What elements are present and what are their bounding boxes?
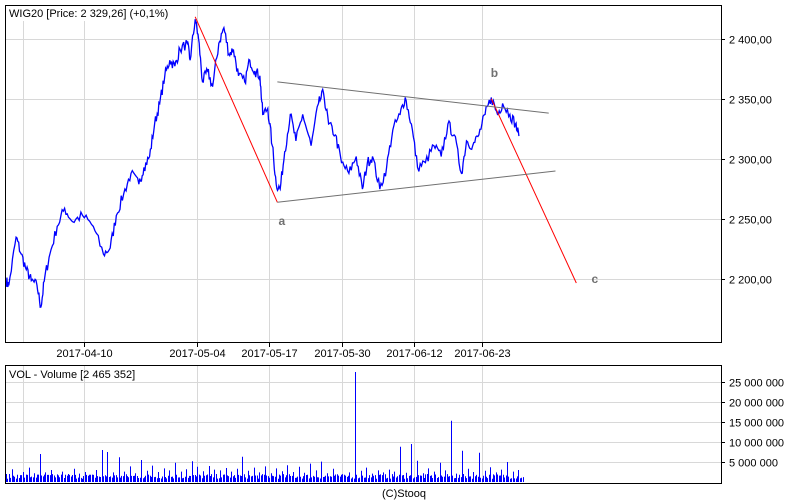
y-tick-label: 15 000 000	[729, 418, 784, 430]
volume-grid	[6, 366, 721, 483]
wave-label-a: a	[278, 214, 285, 228]
y-tick-label: 5 000 000	[729, 458, 778, 470]
y-tick-label: 25 000 000	[729, 378, 784, 390]
wave-label-c: c	[592, 272, 599, 286]
stock-chart: a b c WIG20 [Price: 2 329,26] (+0,1%) 2 20…	[5, 5, 784, 500]
y-tick-label: 2 400,00	[729, 35, 772, 47]
volume-title: VOL - Volume [2 465 352]	[9, 369, 135, 381]
triangle-line	[277, 81, 549, 114]
date-x-axis: 2017-04-10 2017-05-04 2017-05-17 2017-05-30…	[56, 343, 511, 360]
price-line	[5, 19, 520, 308]
wave-label-b: b	[491, 66, 498, 80]
y-tick-label: 2 350,00	[729, 95, 772, 107]
price-series	[5, 19, 520, 308]
x-tick-label: 2017-05-30	[314, 348, 370, 360]
trend-lines	[194, 16, 577, 284]
y-tick-label: 2 250,00	[729, 215, 772, 227]
wave-trend-line	[490, 98, 577, 284]
y-tick-label: 2 300,00	[729, 155, 772, 167]
x-tick-label: 2017-06-12	[386, 348, 442, 360]
x-tick-label: 2017-06-23	[454, 348, 510, 360]
triangle-line	[277, 170, 556, 203]
x-tick-label: 2017-05-17	[241, 348, 297, 360]
price-y-axis: 2 200,00 2 250,00 2 300,00 2 350,00 2 400,00	[721, 35, 772, 287]
y-tick-label: 2 200,00	[729, 275, 772, 287]
price-title: WIG20 [Price: 2 329,26] (+0,1%)	[9, 8, 168, 20]
volume-panel-frame	[5, 365, 722, 484]
price-panel-frame	[5, 5, 722, 343]
volume-y-axis: 5 000 000 10 000 000 15 000 000 20 000 000 2…	[721, 378, 784, 470]
copyright-footer: (C)Stooq	[382, 488, 426, 500]
x-tick-label: 2017-05-04	[169, 348, 225, 360]
y-tick-label: 10 000 000	[729, 438, 784, 450]
x-tick-label: 2017-04-10	[56, 348, 112, 360]
price-grid	[6, 6, 721, 342]
y-tick-label: 20 000 000	[729, 398, 784, 410]
